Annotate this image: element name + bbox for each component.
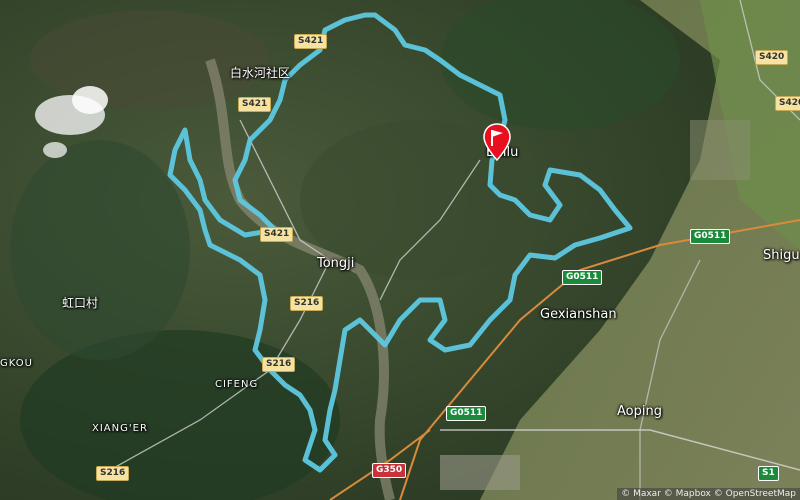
place-label-gexianshan: Gexianshan: [540, 307, 617, 322]
road-shield-g0511: G0511: [562, 270, 603, 285]
road-shield-s421: S421: [260, 227, 294, 242]
road-shield-s421: S421: [294, 34, 328, 49]
place-label-baishuihe: 白水河社区: [230, 66, 291, 80]
place-label-aoping: Aoping: [617, 404, 662, 419]
road-shield-s1: S1: [758, 466, 779, 481]
road-shield-s420: S420: [755, 50, 789, 65]
road-shield-g0511: G0511: [446, 406, 487, 421]
place-label-shigu: Shigu: [763, 248, 800, 263]
place-label-gkou: GKOU: [0, 358, 33, 369]
road-shield-s216: S216: [96, 466, 130, 481]
place-label-hongkou: 虹口村: [62, 296, 99, 310]
road-shield-s216: S216: [262, 357, 296, 372]
road-shield-g0511: G0511: [690, 229, 731, 244]
place-label-cifeng: CIFENG: [215, 379, 259, 390]
map-view[interactable]: 白水河社区 Bailu Tongji 虹口村 Gexianshan CIFENG…: [0, 0, 800, 500]
place-label-xiangeer: XIANG'ER: [92, 423, 148, 434]
place-label-tongji: Tongji: [317, 256, 355, 271]
road-shield-s216: S216: [290, 296, 324, 311]
road-shield-g350: G350: [372, 463, 407, 478]
road-shield-s421: S421: [238, 97, 272, 112]
road-shield-s420: S420: [775, 96, 800, 111]
map-attribution[interactable]: © Maxar © Mapbox © OpenStreetMap: [617, 488, 800, 500]
location-pin-marker[interactable]: [482, 122, 512, 162]
